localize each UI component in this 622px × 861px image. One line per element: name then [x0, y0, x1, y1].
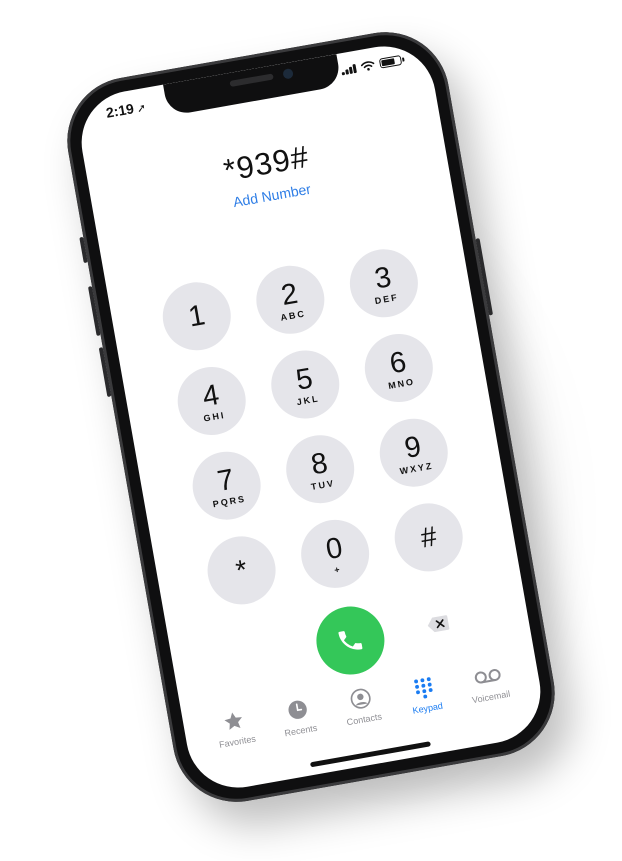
key-letters: PQRS: [211, 493, 247, 509]
status-bar-indicators: [340, 54, 403, 76]
cellular-signal-icon: [340, 63, 357, 76]
tab-favorites[interactable]: Favorites: [203, 703, 267, 751]
phone-handset-icon: [338, 631, 363, 650]
voicemail-icon: [474, 669, 501, 684]
key-letters: GHI: [202, 409, 227, 424]
silent-switch: [79, 236, 88, 264]
status-time-text: 2:19: [104, 100, 136, 121]
tab-keypad[interactable]: Keypad: [393, 670, 457, 718]
tab-label: Recents: [283, 722, 318, 739]
status-bar-time: 2:19➚: [105, 98, 147, 121]
tab-contacts[interactable]: Contacts: [330, 681, 394, 729]
call-button[interactable]: [311, 601, 390, 680]
key-5[interactable]: 5 JKL: [265, 345, 345, 424]
tab-label: Keypad: [411, 700, 444, 716]
tab-voicemail[interactable]: Voicemail: [457, 658, 521, 706]
key-8[interactable]: 8 TUV: [280, 429, 360, 509]
keypad-grid-icon: [414, 677, 433, 699]
key-digit: *: [233, 553, 250, 587]
key-1[interactable]: 1: [157, 276, 237, 356]
location-arrow-icon: ➚: [135, 102, 148, 116]
key-9[interactable]: 9 WXYZ: [374, 413, 454, 493]
key-letters: +: [333, 563, 343, 575]
key-2[interactable]: 2 ABC: [250, 260, 330, 340]
battery-icon: [378, 54, 403, 69]
key-3[interactable]: 3 DEF: [344, 243, 424, 323]
keypad-grid: 1 2 ABC 3 DEF 4 GHI 5 JKL 6 MNO 7 PQRS 8…: [157, 243, 469, 610]
star-icon: [224, 712, 243, 730]
key-digit: 6: [387, 345, 409, 380]
tab-recents[interactable]: Recents: [266, 692, 330, 740]
key-digit: #: [418, 520, 439, 554]
backspace-icon: [427, 615, 450, 633]
key-6[interactable]: 6 MNO: [359, 328, 439, 408]
key-digit: 2: [278, 277, 301, 312]
clock-icon: [288, 700, 307, 720]
person-circle-icon: [350, 688, 371, 709]
key-digit: 3: [372, 260, 394, 296]
home-indicator[interactable]: [309, 741, 431, 768]
wifi-icon: [360, 61, 375, 71]
key-star[interactable]: *: [202, 530, 281, 610]
key-digit: 8: [308, 446, 330, 481]
notch: [163, 54, 342, 117]
delete-button[interactable]: [425, 613, 450, 635]
tab-label: Contacts: [345, 711, 383, 728]
volume-down-button: [98, 347, 112, 398]
key-digit: 9: [402, 430, 424, 465]
key-digit: 0: [323, 531, 345, 566]
key-4[interactable]: 4 GHI: [172, 361, 252, 441]
tab-label: Favorites: [218, 733, 257, 750]
key-digit: 7: [214, 463, 237, 498]
earpiece-speaker: [229, 73, 274, 87]
key-0[interactable]: 0 +: [295, 514, 375, 594]
key-hash[interactable]: #: [389, 498, 469, 577]
key-digit: 5: [293, 361, 316, 397]
key-digit: 1: [186, 299, 208, 334]
key-letters: WXYZ: [398, 460, 435, 476]
key-digit: 4: [200, 378, 222, 413]
front-camera: [282, 67, 294, 80]
volume-up-button: [87, 286, 101, 336]
key-7[interactable]: 7 PQRS: [187, 446, 267, 526]
